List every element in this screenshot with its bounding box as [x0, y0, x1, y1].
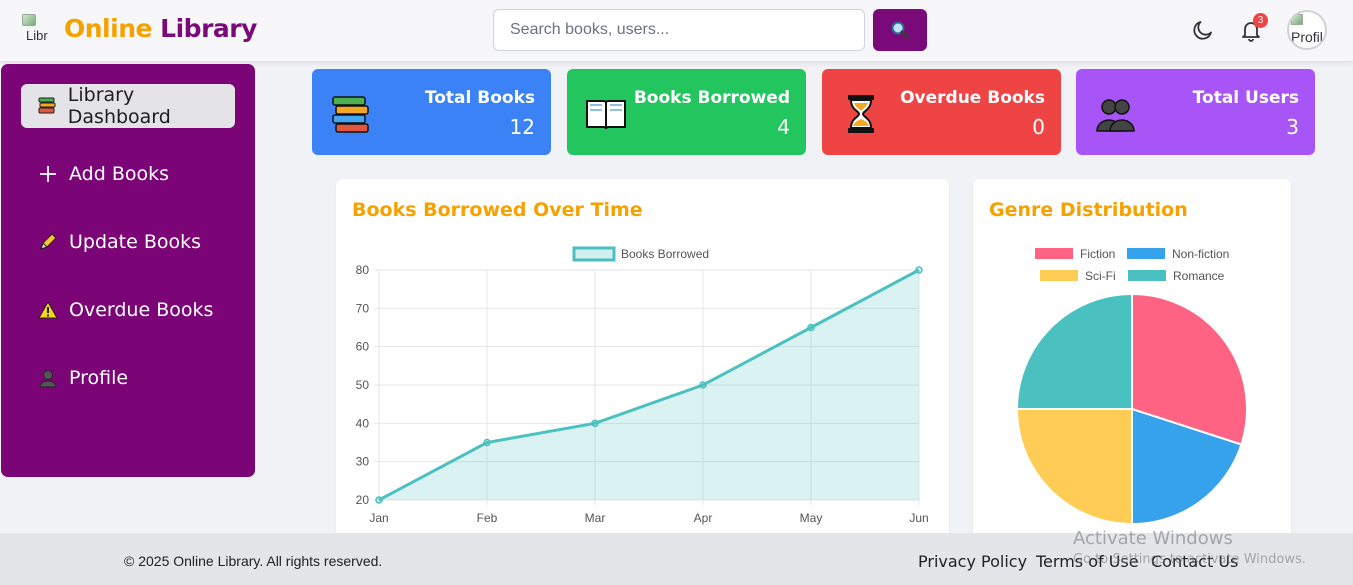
y-tick-label: 30: [356, 455, 370, 469]
avatar-alt-text: Profil: [1291, 29, 1323, 45]
sidebar-item-label: Profile: [69, 367, 129, 389]
legend-swatch: [572, 246, 616, 262]
top-header: Libr Online Library 3 Profil: [0, 0, 1353, 62]
x-tick-label: May: [800, 511, 823, 525]
stat-label: Books Borrowed: [633, 88, 790, 108]
sidebar: Library Dashboard Add Books Update Books…: [1, 64, 255, 477]
sidebar-item-library-dashboard[interactable]: Library Dashboard: [21, 84, 235, 128]
legend-label[interactable]: Romance: [1173, 269, 1225, 283]
y-tick-label: 80: [356, 263, 370, 277]
sidebar-item-profile[interactable]: Profile: [21, 356, 235, 400]
data-point[interactable]: [483, 438, 491, 447]
sidebar-item-label: Library Dashboard: [67, 84, 171, 128]
data-point[interactable]: [591, 419, 599, 428]
y-tick-label: 70: [356, 301, 370, 315]
legend-swatch: [1128, 270, 1166, 281]
stat-value: 3: [1286, 115, 1299, 139]
pie-slice[interactable]: [1015, 292, 1133, 410]
magnifier-icon: [891, 21, 909, 39]
warning-icon: [35, 299, 61, 321]
open-book-icon: [586, 100, 626, 130]
avatar[interactable]: Profil: [1287, 10, 1327, 50]
brand-title-part2: Library: [160, 14, 257, 43]
stat-card-total-books[interactable]: Total Books 12: [312, 69, 551, 155]
activate-windows-subtitle: Go to Settings to activate Windows.: [1073, 552, 1306, 567]
data-point[interactable]: [915, 266, 923, 274]
privacy-policy-link[interactable]: Privacy Policy: [918, 552, 1027, 571]
x-tick-label: Apr: [694, 511, 713, 525]
broken-image-icon: [22, 14, 36, 26]
pie-slice[interactable]: [1015, 408, 1133, 526]
sidebar-item-update-books[interactable]: Update Books: [21, 220, 235, 264]
sidebar-item-overdue-books[interactable]: Overdue Books: [21, 288, 235, 332]
brand-title[interactable]: Online Library: [64, 14, 257, 43]
y-tick-label: 60: [356, 340, 370, 354]
x-tick-label: Jan: [369, 511, 388, 525]
search-input[interactable]: [493, 9, 865, 51]
x-tick-label: Mar: [585, 511, 606, 525]
stat-label: Total Books: [424, 88, 535, 108]
sidebar-item-label: Update Books: [69, 231, 202, 253]
x-tick-label: Feb: [477, 511, 498, 525]
sidebar-item-label: Add Books: [69, 163, 170, 185]
user-icon: [35, 367, 61, 389]
stat-value: 0: [1032, 115, 1045, 139]
stat-value: 4: [777, 115, 790, 139]
pie-chart-panel: Genre Distribution Fiction Non-fiction Sci…: [973, 179, 1291, 549]
copyright-text: © 2025 Online Library. All rights reserv…: [124, 553, 383, 569]
legend-label[interactable]: Fiction: [1080, 247, 1115, 261]
plus-icon: [35, 163, 61, 185]
x-tick-label: Jun: [909, 511, 928, 525]
stat-label: Total Users: [1192, 88, 1299, 108]
data-point[interactable]: [807, 323, 815, 332]
legend-label[interactable]: Sci-Fi: [1085, 269, 1116, 283]
hourglass-icon: [848, 95, 874, 133]
legend-label[interactable]: Books Borrowed: [621, 247, 709, 261]
data-point[interactable]: [699, 381, 707, 389]
logo-alt-text: Libr: [26, 28, 48, 43]
sidebar-item-label: Overdue Books: [69, 299, 214, 321]
stat-card-total-users[interactable]: Total Users 3: [1076, 69, 1315, 155]
books-stack-icon: [332, 96, 369, 133]
y-tick-label: 50: [356, 378, 370, 392]
users-icon: [1096, 99, 1135, 132]
stat-value: 12: [509, 115, 535, 139]
line-chart: Books Borrowed 20 30 40 50 60 70 80 Jan Feb Mar Ap…: [356, 246, 929, 525]
brand-title-part1: Online: [64, 14, 152, 43]
sidebar-item-add-books[interactable]: Add Books: [21, 152, 235, 196]
logo-image: Libr: [22, 14, 52, 46]
line-chart-panel: Books Borrowed Over Time Books Borrowed …: [336, 179, 949, 549]
theme-toggle-button[interactable]: [1189, 16, 1217, 44]
broken-image-icon: [1291, 14, 1303, 25]
moon-icon: [1193, 21, 1212, 40]
legend-swatch: [1127, 248, 1165, 259]
pie-chart: Fiction Non-fiction Sci-Fi Romance: [1015, 247, 1248, 526]
search-button[interactable]: [873, 9, 927, 51]
data-point[interactable]: [375, 496, 383, 504]
legend-swatch: [1040, 270, 1078, 281]
stat-label: Overdue Books: [900, 88, 1045, 108]
y-tick-label: 40: [356, 416, 370, 430]
stat-card-overdue-books[interactable]: Overdue Books 0: [822, 69, 1061, 155]
legend-label[interactable]: Non-fiction: [1172, 247, 1229, 261]
pencil-icon: [35, 231, 61, 253]
books-stack-icon: [35, 95, 60, 117]
legend-swatch: [1035, 248, 1073, 259]
activate-windows-title: Activate Windows: [1073, 528, 1233, 549]
notification-badge: 3: [1253, 13, 1268, 28]
y-tick-label: 20: [356, 493, 370, 507]
stat-card-books-borrowed[interactable]: Books Borrowed 4: [567, 69, 806, 155]
